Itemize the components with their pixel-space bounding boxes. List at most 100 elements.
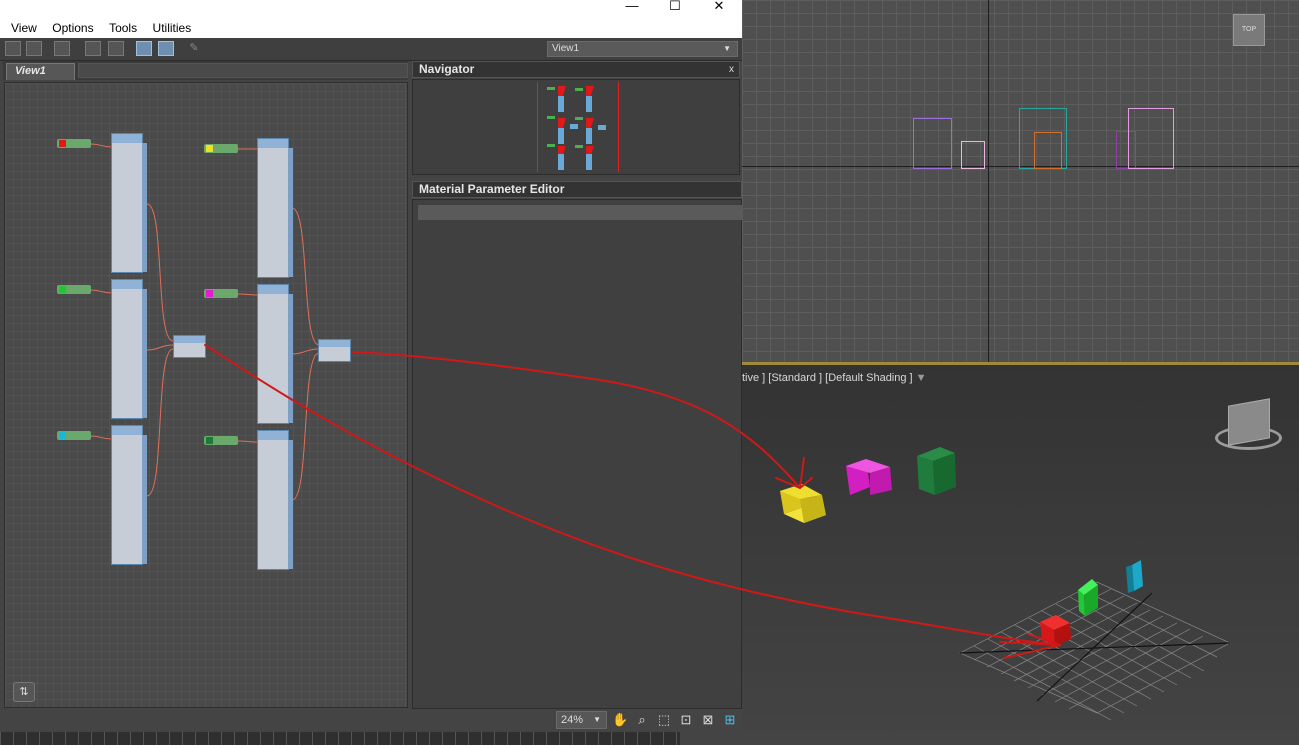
- magenta-box: [846, 459, 892, 495]
- zoom-region-icon[interactable]: ⬚: [656, 712, 672, 728]
- bitmap-node-red[interactable]: [57, 139, 91, 148]
- perspective-viewport[interactable]: [742, 365, 1299, 745]
- title-bar: — ☐ ✕: [0, 0, 742, 18]
- zoom-select[interactable]: 24% ▼: [556, 711, 607, 729]
- node-slot-strip: [288, 148, 293, 277]
- pan-hand-icon[interactable]: ⇅: [13, 682, 35, 702]
- swatch: [59, 286, 66, 293]
- node-header: [112, 280, 142, 289]
- zoom-value: 24%: [561, 714, 584, 726]
- swatch: [206, 290, 213, 297]
- perspective-scene: [780, 447, 1231, 721]
- swatch: [59, 432, 66, 439]
- viewcube-top[interactable]: TOP: [1233, 14, 1265, 46]
- tab-view1[interactable]: View1: [6, 63, 75, 80]
- bitmap-node-green[interactable]: [57, 285, 91, 294]
- multi-sub-node-2[interactable]: [318, 339, 351, 362]
- material-node-magenta[interactable]: [257, 284, 293, 424]
- viewcube-persp[interactable]: [1228, 398, 1270, 446]
- material-id-icon[interactable]: [54, 41, 70, 56]
- menu-options[interactable]: Options: [52, 18, 93, 38]
- navigator-thumbnail: [547, 86, 606, 170]
- box-outline-pink: [961, 141, 985, 169]
- dark-green-box: [917, 447, 956, 495]
- node-slot-strip: [142, 143, 147, 272]
- material-node-dark-green[interactable]: [257, 430, 293, 570]
- bitmap-node-dark-green[interactable]: [204, 436, 238, 445]
- node-wires: [90, 143, 320, 501]
- navigator-header: Navigator x: [412, 61, 740, 78]
- menu-view[interactable]: View: [11, 18, 37, 38]
- material-parameter-editor-header: Material Parameter Editor: [412, 181, 742, 198]
- multi-sub-node-1[interactable]: [173, 335, 206, 358]
- node-header: [112, 134, 142, 143]
- node-view-canvas[interactable]: ⇅: [4, 82, 408, 708]
- navigator-title: Navigator: [419, 62, 475, 76]
- grid-y-axis: [988, 0, 989, 362]
- material-node-yellow[interactable]: [257, 138, 293, 278]
- slate-material-editor-window: — ☐ ✕ View Options Tools Utilities ✎ Vie…: [0, 0, 743, 745]
- zoom-icon[interactable]: ⌕: [634, 712, 650, 728]
- eyedropper-icon[interactable]: ✎: [186, 41, 202, 56]
- show-map-icon[interactable]: [136, 41, 152, 56]
- pan-icon[interactable]: ✋: [612, 712, 628, 728]
- material-node-teal[interactable]: [111, 425, 147, 565]
- view-select[interactable]: View1 ▼: [547, 41, 738, 57]
- zoom-extents-selected-icon[interactable]: ⊠: [700, 712, 716, 728]
- view-select-value: View1: [552, 43, 580, 54]
- viewport-label-text[interactable]: tive ] [Standard ] [Default Shading ]: [742, 372, 913, 384]
- layout-icon[interactable]: [85, 41, 101, 56]
- show-background-icon[interactable]: [158, 41, 174, 56]
- node-header: [258, 139, 288, 148]
- timeline-strip[interactable]: [0, 732, 680, 745]
- hierarchy-icon[interactable]: [108, 41, 124, 56]
- navigator-viewport-frame[interactable]: [537, 82, 619, 172]
- navigator-panel[interactable]: [412, 79, 740, 175]
- parameter-name-field[interactable]: [418, 205, 743, 220]
- node-header: [174, 336, 205, 343]
- menu-utilities[interactable]: Utilities: [153, 18, 192, 38]
- swatch: [59, 140, 66, 147]
- node-header: [258, 285, 288, 294]
- select-icon[interactable]: [5, 41, 21, 56]
- node-header: [258, 431, 288, 440]
- material-parameter-editor-panel: [412, 199, 743, 709]
- node-slot-strip: [142, 435, 147, 564]
- chevron-down-icon: ▼: [593, 715, 601, 724]
- node-slot-strip: [288, 440, 293, 569]
- swatch: [206, 437, 213, 444]
- node-header: [112, 426, 142, 435]
- material-node-red[interactable]: [111, 133, 147, 273]
- bitmap-node-yellow[interactable]: [204, 144, 238, 153]
- swatch: [206, 145, 213, 152]
- menu-tools[interactable]: Tools: [109, 18, 137, 38]
- viewport-label[interactable]: tive ] [Standard ] [Default Shading ] ▼: [742, 372, 927, 384]
- chevron-down-icon: ▼: [723, 44, 731, 53]
- filter-icon[interactable]: ▼: [916, 372, 927, 384]
- box-outline-lilac: [1128, 108, 1174, 169]
- box-outline-orange: [1034, 132, 1062, 169]
- box-outline-purple: [913, 118, 952, 169]
- teal-box: [1126, 560, 1143, 593]
- bitmap-node-magenta[interactable]: [204, 289, 238, 298]
- close-icon[interactable]: x: [729, 62, 734, 77]
- node-header: [319, 340, 350, 347]
- zoom-extents-icon[interactable]: ⊡: [678, 712, 694, 728]
- minimize-button[interactable]: —: [609, 0, 655, 18]
- grid-axis-x: [959, 642, 1231, 654]
- toolbar: ✎ View1 ▼: [0, 38, 742, 61]
- close-button[interactable]: ✕: [696, 0, 742, 18]
- pick-material-icon[interactable]: [26, 41, 42, 56]
- bitmap-node-teal[interactable]: [57, 431, 91, 440]
- pan-to-selected-icon[interactable]: ⊞: [722, 712, 738, 728]
- tab-bar-empty: [78, 63, 408, 78]
- node-slot-strip: [288, 294, 293, 423]
- top-viewport[interactable]: [742, 0, 1299, 362]
- status-bar: 24% ▼ ✋ ⌕ ⬚ ⊡ ⊠ ⊞: [0, 709, 742, 732]
- view-tab-bar: View1: [3, 61, 408, 80]
- yellow-box: [780, 484, 826, 523]
- node-slot-strip: [142, 289, 147, 418]
- maximize-button[interactable]: ☐: [652, 0, 698, 18]
- material-node-green[interactable]: [111, 279, 147, 419]
- menu-bar: View Options Tools Utilities: [0, 18, 742, 38]
